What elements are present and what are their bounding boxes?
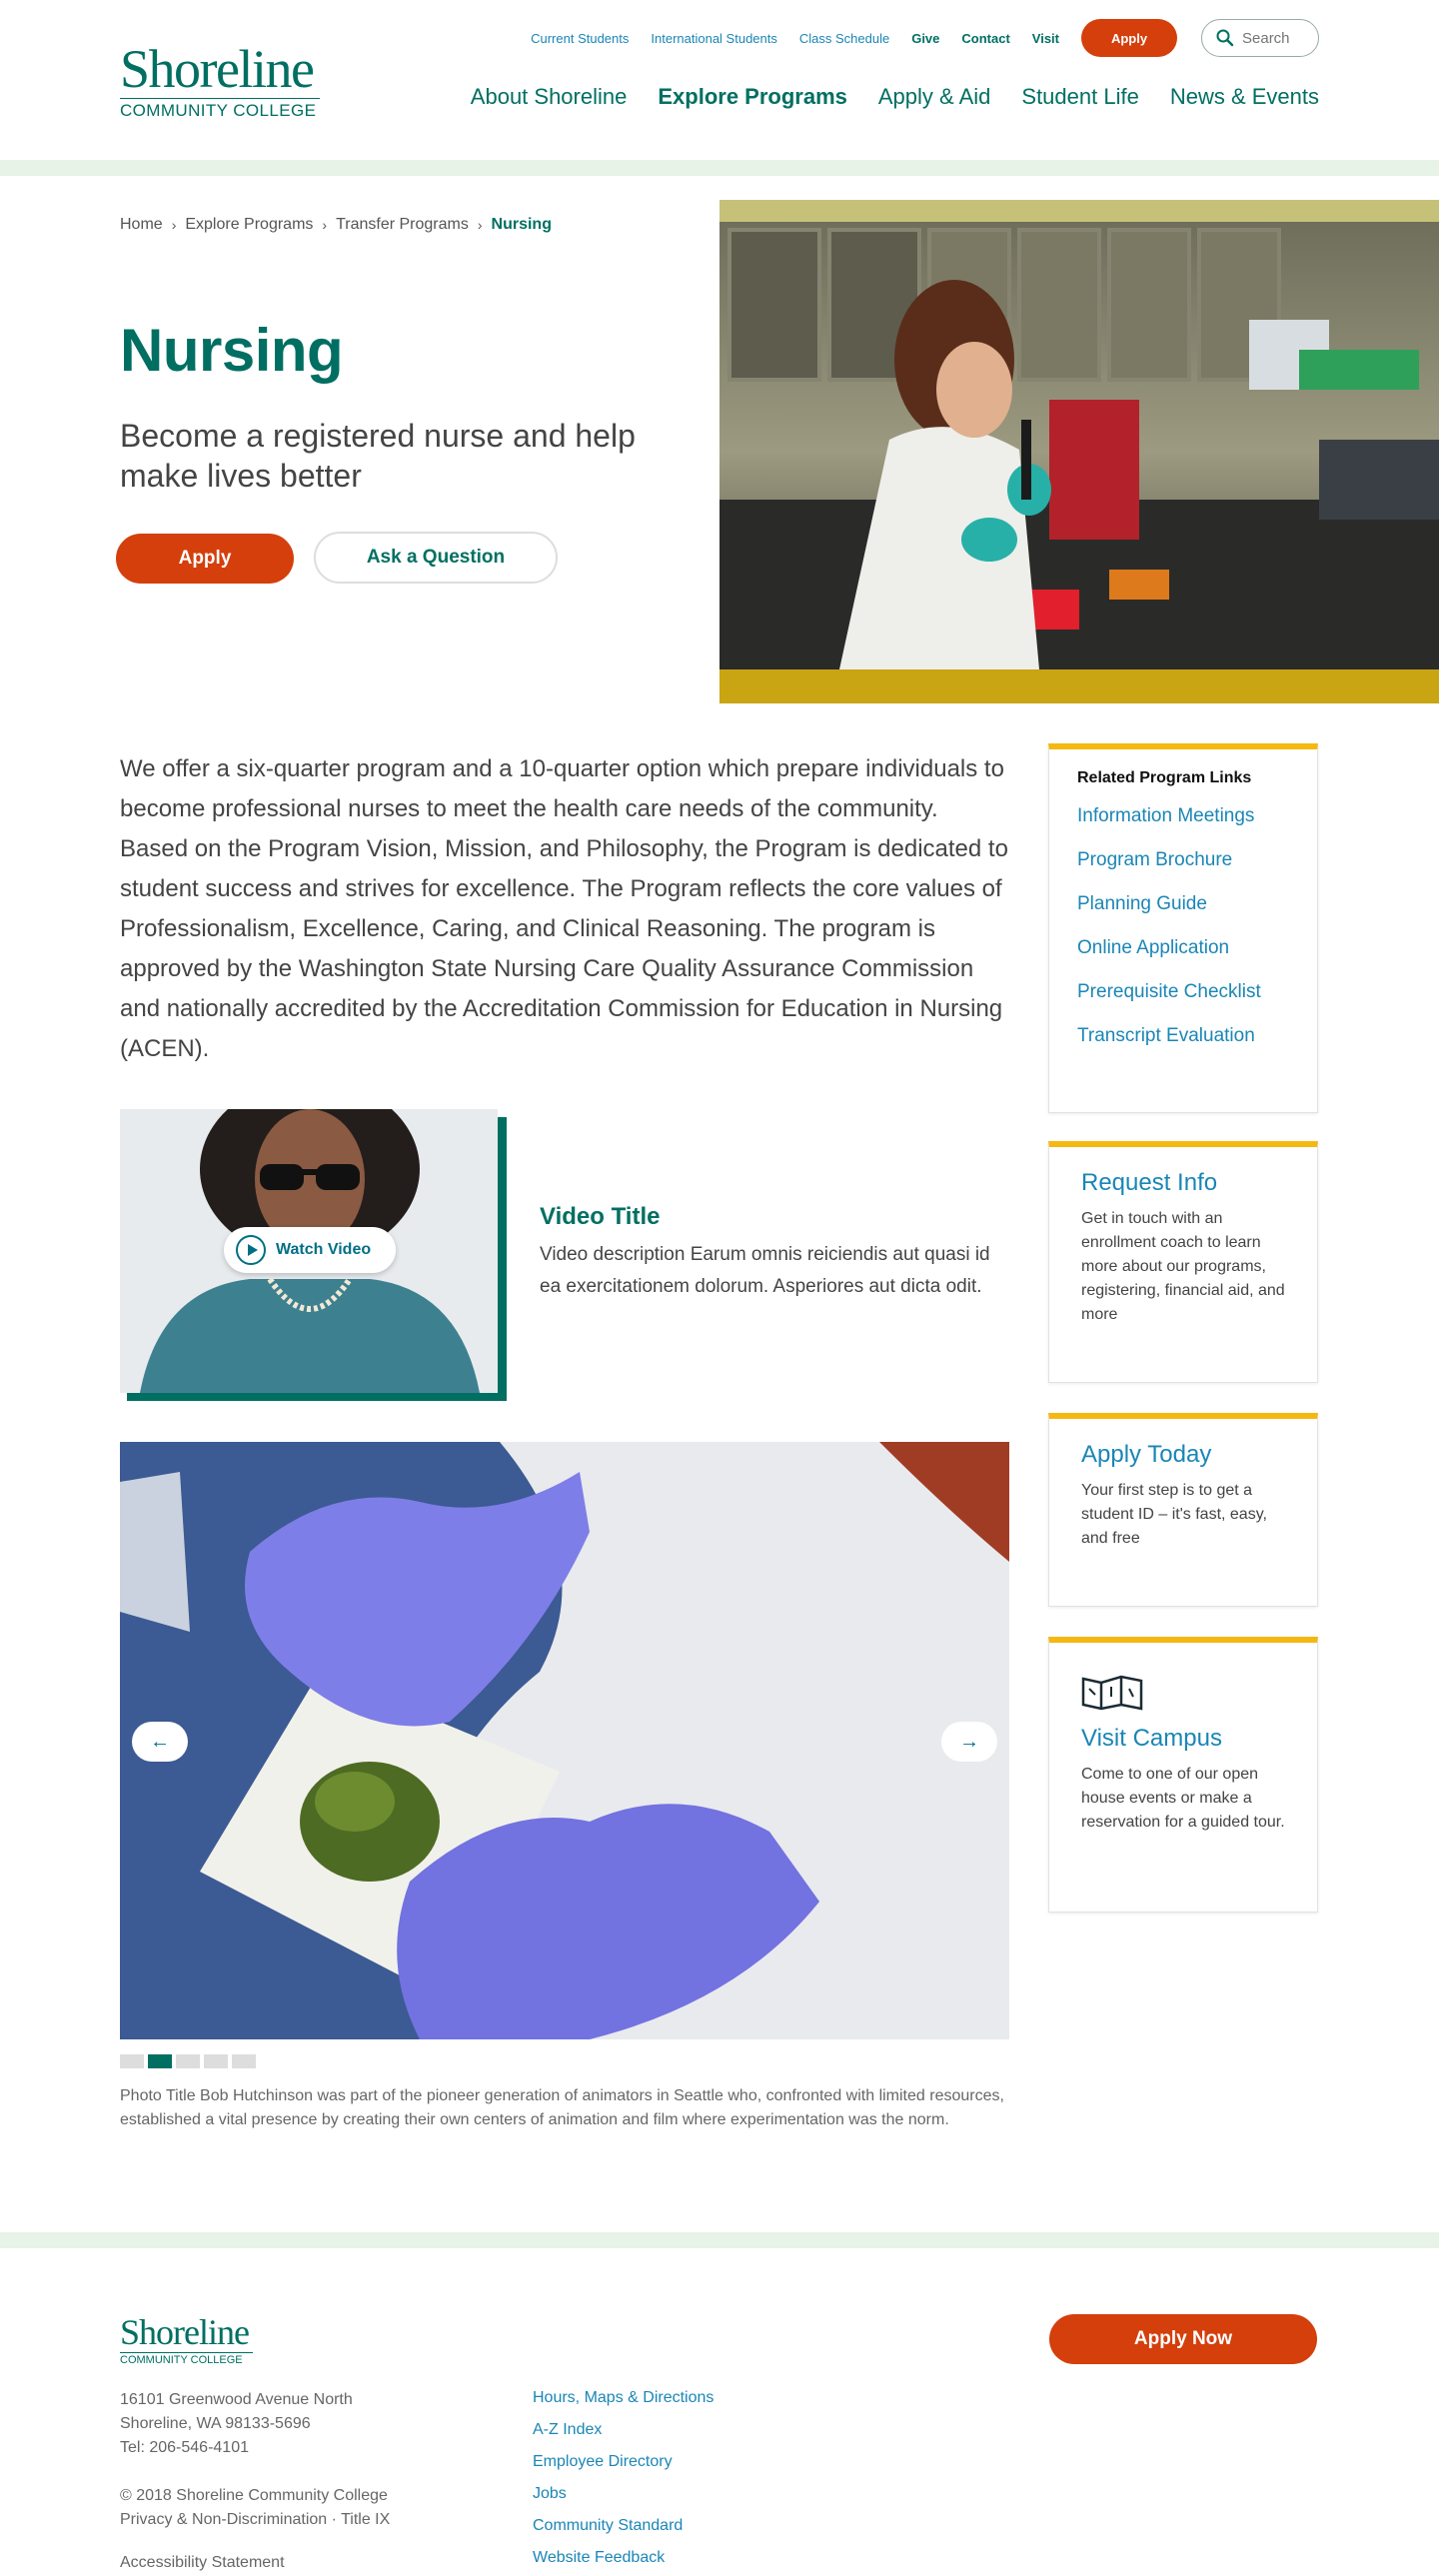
ask-question-button[interactable]: Ask a Question [314,532,558,584]
address-line: Shoreline, WA 98133-5696 [120,2415,311,2432]
site-header: Shoreline COMMUNITY COLLEGE Current Stud… [0,0,1439,160]
carousel-dot[interactable] [232,2054,256,2068]
program-intro-text: We offer a six-quarter program and a 10-… [120,755,1008,1062]
visit-campus-text: Come to one of our open house events or … [1081,1766,1285,1831]
search-box[interactable] [1201,19,1319,57]
visit-campus-title[interactable]: Visit Campus [1081,1725,1285,1753]
breadcrumb-explore-programs[interactable]: Explore Programs [185,216,313,234]
utility-nav: Current Students International Students … [509,18,1319,58]
video-thumbnail[interactable]: Watch Video [120,1109,498,1393]
related-link-prerequisite-checklist[interactable]: Prerequisite Checklist [1077,981,1289,1003]
nav-about-shoreline[interactable]: About Shoreline [471,84,628,110]
logo-subtitle: COMMUNITY COLLEGE [120,98,320,121]
footer-link-hours-maps[interactable]: Hours, Maps & Directions [533,2388,714,2408]
related-link-information-meetings[interactable]: Information Meetings [1077,805,1289,827]
footer-logo-wordmark: Shoreline [120,2312,250,2352]
page-title: Nursing [120,317,344,384]
utility-link-international-students[interactable]: International Students [651,31,776,46]
request-info-title[interactable]: Request Info [1081,1169,1285,1197]
breadcrumb-home[interactable]: Home [120,216,163,234]
footer-address: 16101 Greenwood Avenue North Shoreline, … [120,2388,353,2460]
breadcrumb: Home › Explore Programs › Transfer Progr… [120,216,552,234]
related-links-heading: Related Program Links [1077,769,1252,786]
footer-link-employee-directory[interactable]: Employee Directory [533,2452,714,2472]
footer-logo-subtitle: COMMUNITY COLLEGE [120,2352,253,2366]
carousel-pagination [120,2054,260,2068]
chevron-right-icon: › [322,217,328,233]
carousel-prev-button[interactable]: ← [132,1722,188,1762]
request-info-text: Get in touch with an enrollment coach to… [1081,1210,1285,1323]
footer-apply-now-button[interactable]: Apply Now [1049,2314,1317,2364]
nav-news-events[interactable]: News & Events [1170,84,1319,110]
footer-links: Hours, Maps & Directions A-Z Index Emplo… [533,2388,714,2576]
apply-today-title[interactable]: Apply Today [1081,1441,1285,1469]
chevron-right-icon: › [477,217,483,233]
related-link-planning-guide[interactable]: Planning Guide [1077,893,1289,915]
utility-link-contact[interactable]: Contact [961,31,1009,46]
hero-apply-button[interactable]: Apply [116,534,294,584]
search-input[interactable] [1242,29,1312,47]
play-icon [236,1235,266,1265]
logo-wordmark: Shoreline [120,39,315,99]
privacy-link[interactable]: Privacy & Non-Discrimination · Title IX [120,2511,390,2528]
request-info-card[interactable]: Request Info Get in touch with an enroll… [1048,1141,1318,1383]
footer-link-jobs[interactable]: Jobs [533,2484,714,2504]
address-line: 16101 Greenwood Avenue North [120,2391,353,2408]
header-divider-band [0,160,1439,176]
footer-legal: © 2018 Shoreline Community College Priva… [120,2484,390,2532]
footer-link-website-feedback[interactable]: Website Feedback [533,2548,714,2568]
visit-campus-card[interactable]: Visit Campus Come to one of our open hou… [1048,1637,1318,1913]
carousel-caption: Photo Title Bob Hutchinson was part of t… [120,2087,1004,2128]
watch-video-label: Watch Video [276,1241,372,1258]
carousel-dot[interactable] [204,2054,228,2068]
footer-link-community-standard[interactable]: Community Standard [533,2516,714,2536]
nav-explore-programs[interactable]: Explore Programs [658,84,847,110]
copyright: © 2018 Shoreline Community College [120,2487,388,2504]
site-logo[interactable]: Shoreline COMMUNITY COLLEGE [120,42,330,121]
search-icon [1216,29,1234,47]
related-link-online-application[interactable]: Online Application [1077,937,1289,959]
video-card: Watch Video [120,1109,507,1401]
header-apply-button[interactable]: Apply [1081,19,1177,57]
apply-today-text: Your first step is to get a student ID –… [1081,1482,1267,1547]
related-program-links: Related Program Links Information Meetin… [1048,743,1318,1113]
carousel-slide-image [120,1442,1009,2039]
carousel-dot[interactable] [176,2054,200,2068]
page-subtitle: Become a registered nurse and help make … [120,418,636,494]
utility-link-visit[interactable]: Visit [1032,31,1059,46]
breadcrumb-transfer-programs[interactable]: Transfer Programs [336,216,469,234]
hero-image-lab-student [720,200,1439,703]
breadcrumb-current: Nursing [491,216,552,233]
watch-video-button[interactable]: Watch Video [224,1227,396,1273]
accessibility-statement-link[interactable]: Accessibility Statement [120,2554,285,2572]
video-title: Video Title [540,1203,661,1230]
video-description: Video description Earum omnis reiciendis… [540,1244,990,1297]
phone-number: Tel: 206-546-4101 [120,2439,249,2456]
apply-today-card[interactable]: Apply Today Your first step is to get a … [1048,1413,1318,1607]
nav-student-life[interactable]: Student Life [1021,84,1138,110]
photo-carousel: ← → [120,1442,1009,2039]
carousel-dot-active[interactable] [148,2054,172,2068]
utility-link-give[interactable]: Give [911,31,939,46]
footer-logo[interactable]: Shoreline COMMUNITY COLLEGE [120,2314,260,2366]
footer-link-az-index[interactable]: A-Z Index [533,2420,714,2440]
carousel-next-button[interactable]: → [941,1722,997,1762]
carousel-dot[interactable] [120,2054,144,2068]
main-nav: About Shoreline Explore Programs Apply &… [440,84,1319,110]
utility-link-class-schedule[interactable]: Class Schedule [799,31,889,46]
map-icon [1081,1675,1143,1711]
chevron-right-icon: › [171,217,177,233]
related-link-transcript-evaluation[interactable]: Transcript Evaluation [1077,1025,1289,1047]
nav-apply-aid[interactable]: Apply & Aid [878,84,991,110]
footer-divider-band [0,2232,1439,2248]
related-link-program-brochure[interactable]: Program Brochure [1077,849,1289,871]
utility-link-current-students[interactable]: Current Students [531,31,629,46]
